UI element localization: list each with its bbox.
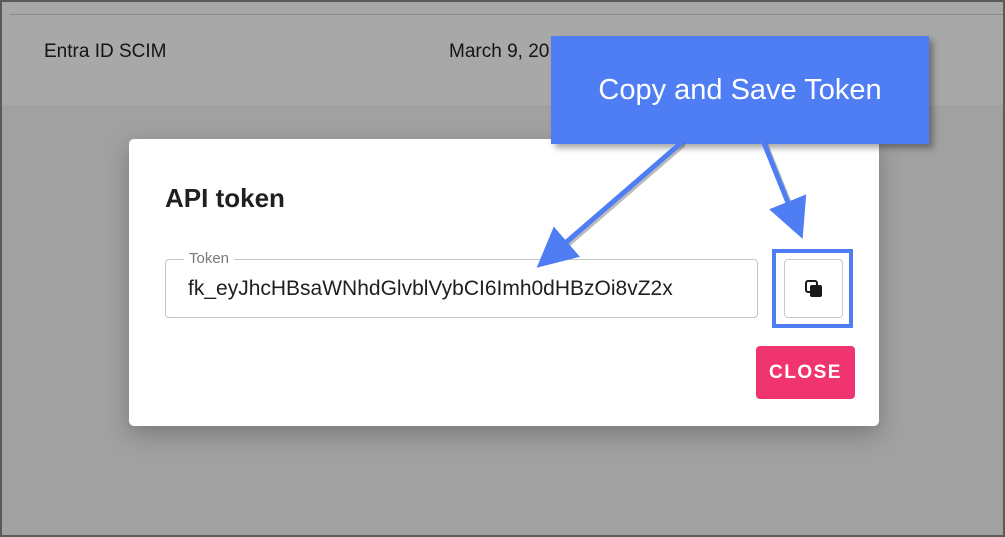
dialog-title: API token (165, 183, 285, 213)
token-field[interactable]: Token (165, 249, 758, 318)
token-field-label: Token (184, 249, 235, 269)
annotation-callout: Copy and Save Token (551, 36, 929, 144)
copy-icon (805, 280, 822, 297)
token-input[interactable] (188, 272, 736, 306)
copy-token-button[interactable] (784, 259, 843, 318)
close-button[interactable]: CLOSE (756, 346, 855, 399)
screenshot-frame: Entra ID SCIM March 9, 20 API token Toke… (0, 0, 1005, 537)
api-token-dialog: API token Token CLOSE (129, 139, 879, 426)
annotation-callout-text: Copy and Save Token (598, 73, 882, 106)
